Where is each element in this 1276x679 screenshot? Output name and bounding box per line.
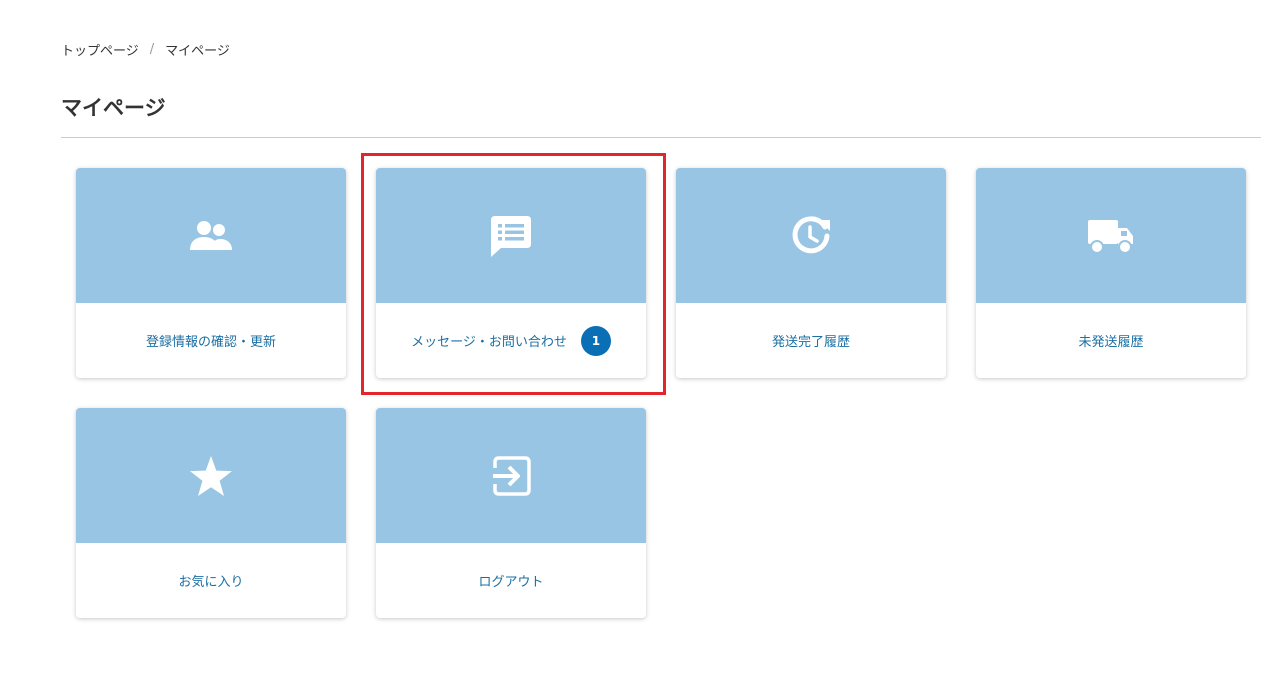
unread-count-badge: 1 bbox=[580, 325, 611, 356]
card-header bbox=[76, 408, 346, 543]
card-label: ログアウト bbox=[376, 543, 646, 618]
card-label-text: ログアウト bbox=[478, 575, 544, 590]
card-account-info[interactable]: 登録情報の確認・更新 bbox=[76, 168, 346, 378]
card-label-text: お気に入り bbox=[178, 575, 244, 590]
logout-icon bbox=[491, 455, 531, 496]
card-label-text: メッセージ・お問い合わせ bbox=[411, 335, 567, 350]
card-logout[interactable]: ログアウト bbox=[376, 408, 646, 618]
breadcrumb-home-link[interactable]: トップページ bbox=[61, 40, 139, 59]
card-header bbox=[976, 168, 1246, 303]
title-divider bbox=[61, 137, 1261, 138]
card-label-text: 登録情報の確認・更新 bbox=[145, 335, 276, 350]
truck-icon bbox=[1087, 218, 1135, 254]
page-title: マイページ bbox=[61, 96, 166, 120]
card-shipped-history[interactable]: 発送完了履歴 bbox=[676, 168, 946, 378]
card-label-text: 発送完了履歴 bbox=[771, 335, 850, 350]
card-label: 発送完了履歴 bbox=[676, 303, 946, 378]
card-header bbox=[676, 168, 946, 303]
card-label: 登録情報の確認・更新 bbox=[76, 303, 346, 378]
users-icon bbox=[189, 220, 233, 252]
breadcrumb: トップページ / マイページ bbox=[61, 40, 230, 59]
star-icon bbox=[189, 455, 233, 497]
message-list-icon bbox=[489, 214, 533, 258]
breadcrumb-current: マイページ bbox=[165, 43, 230, 59]
card-header bbox=[376, 408, 646, 543]
card-label: お気に入り bbox=[76, 543, 346, 618]
card-label: メッセージ・お問い合わせ 1 bbox=[376, 303, 646, 378]
card-header bbox=[376, 168, 646, 303]
history-clock-icon bbox=[790, 215, 832, 257]
card-unshipped-history[interactable]: 未発送履歴 bbox=[976, 168, 1246, 378]
card-header bbox=[76, 168, 346, 303]
breadcrumb-separator: / bbox=[149, 41, 155, 57]
card-label: 未発送履歴 bbox=[976, 303, 1246, 378]
card-label-text: 未発送履歴 bbox=[1078, 335, 1144, 350]
card-favorites[interactable]: お気に入り bbox=[76, 408, 346, 618]
card-messages[interactable]: メッセージ・お問い合わせ 1 bbox=[376, 168, 646, 378]
